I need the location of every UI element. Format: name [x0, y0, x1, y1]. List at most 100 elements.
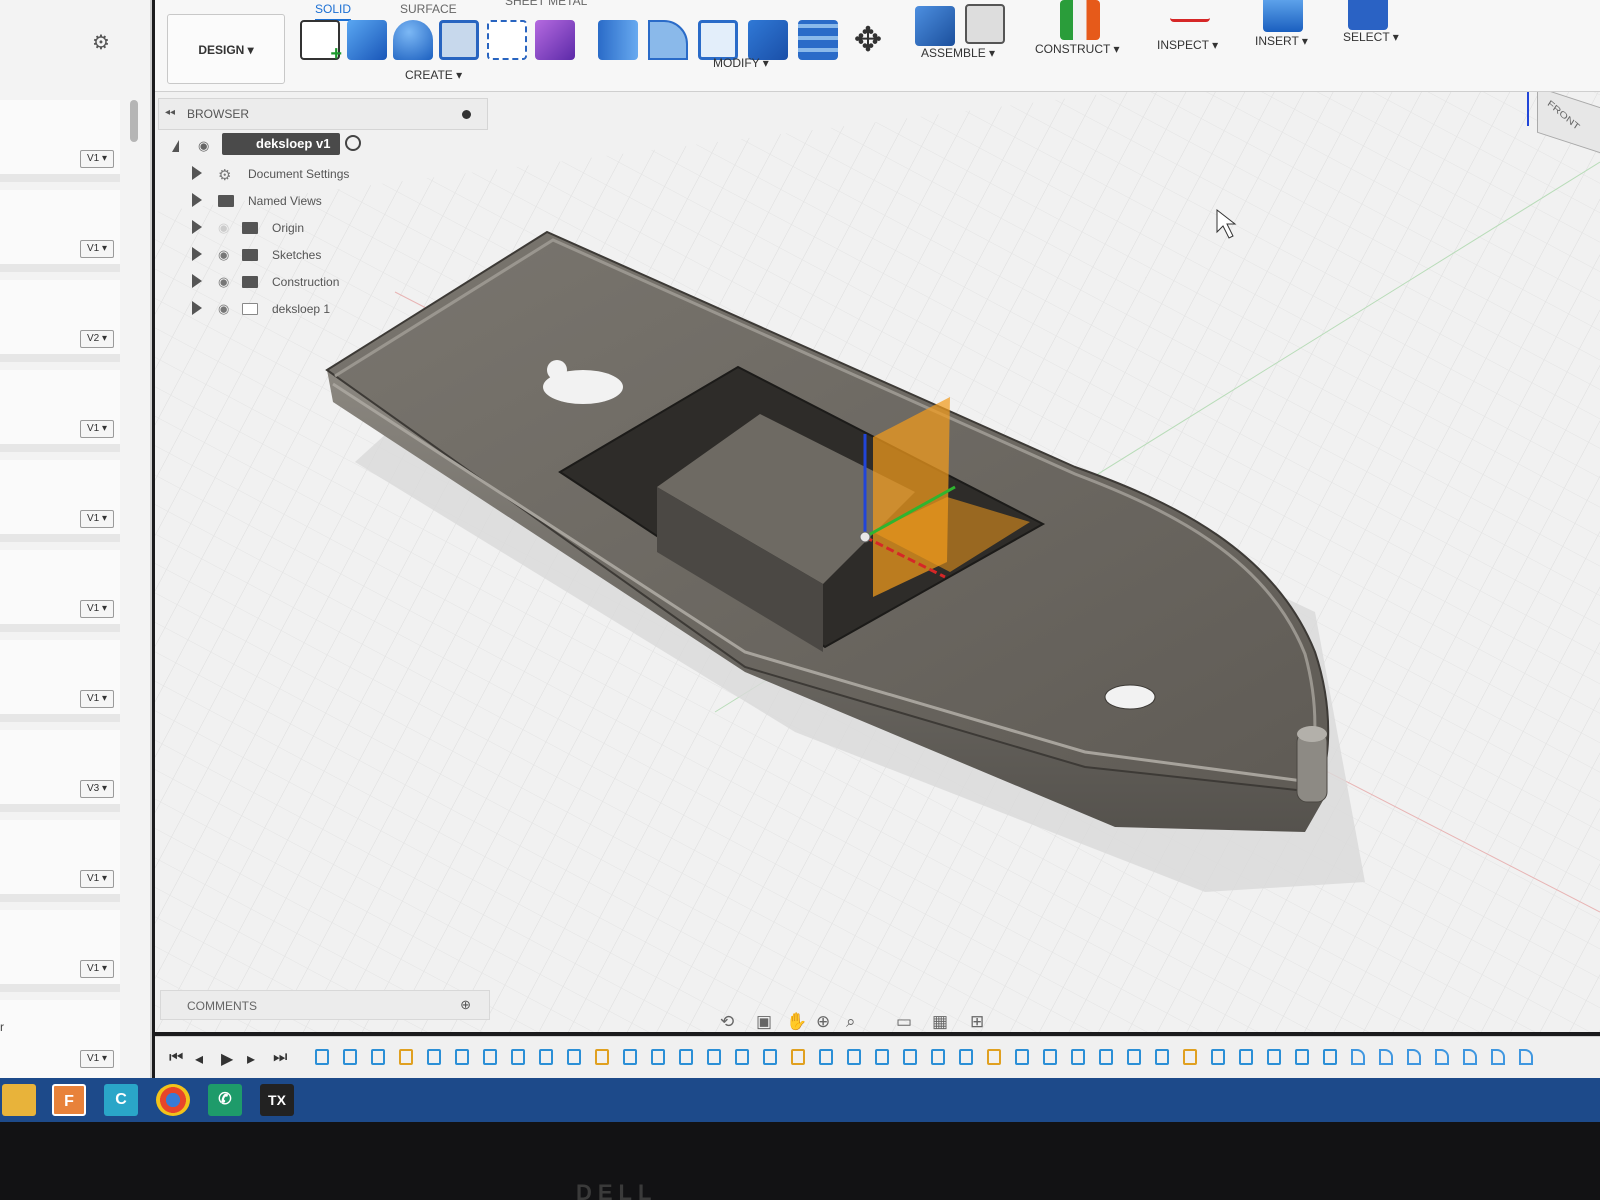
timeline-feature[interactable]	[819, 1049, 833, 1065]
timeline[interactable]: ⏮ ◂ ▶ ▸ ⏭	[155, 1036, 1600, 1080]
extrude-icon[interactable]	[347, 20, 387, 60]
shell-icon[interactable]	[698, 20, 738, 60]
timeline-feature[interactable]	[1183, 1049, 1197, 1065]
eye-icon[interactable]: ◉	[218, 274, 229, 290]
pan-hand-icon[interactable]: ✋	[786, 1012, 807, 1032]
timeline-feature[interactable]	[651, 1049, 665, 1065]
ccleaner-icon[interactable]: C	[104, 1084, 138, 1116]
combine-icon[interactable]	[748, 20, 788, 60]
timeline-feature[interactable]	[735, 1049, 749, 1065]
version-row[interactable]: V1 ▾	[0, 820, 120, 902]
move-icon[interactable]: ✥	[848, 20, 888, 60]
expand-arrow-icon[interactable]	[192, 193, 202, 207]
measure-icon[interactable]	[1170, 0, 1210, 22]
expand-arrow-icon[interactable]	[192, 274, 202, 288]
origin-point[interactable]	[859, 531, 871, 543]
display-settings-icon[interactable]: ▭	[896, 1012, 912, 1032]
joint-icon[interactable]	[965, 4, 1005, 44]
grid-settings-icon[interactable]: ▦	[932, 1012, 948, 1032]
file-explorer-icon[interactable]	[2, 1084, 36, 1116]
timeline-feature[interactable]	[623, 1049, 637, 1065]
construct-menu[interactable]: CONSTRUCT ▾	[1035, 42, 1119, 56]
root-expand-icon[interactable]	[172, 140, 179, 152]
version-badge[interactable]: V2 ▾	[80, 330, 114, 348]
version-row[interactable]: V1 ▾	[0, 100, 120, 182]
timeline-feature[interactable]	[875, 1049, 889, 1065]
timeline-feature[interactable]	[763, 1049, 777, 1065]
version-badge[interactable]: V1 ▾	[80, 420, 114, 438]
create-menu[interactable]: CREATE ▾	[405, 68, 462, 82]
timeline-feature[interactable]	[1043, 1049, 1057, 1065]
expand-arrow-icon[interactable]	[192, 220, 202, 234]
timeline-feature[interactable]	[567, 1049, 581, 1065]
inspect-menu[interactable]: INSPECT ▾	[1157, 38, 1218, 52]
timeline-feature[interactable]	[343, 1049, 357, 1065]
settings-gear-icon[interactable]: ⚙	[92, 30, 110, 55]
create-form-icon[interactable]	[535, 20, 575, 60]
version-row[interactable]: V3 ▾	[0, 730, 120, 812]
zoom-icon[interactable]: ⊕	[816, 1012, 830, 1032]
timeline-feature[interactable]	[1155, 1049, 1169, 1065]
version-badge[interactable]: V1 ▾	[80, 150, 114, 168]
3d-viewport[interactable]: Z FRONT	[155, 92, 1600, 1032]
version-badge[interactable]: V1 ▾	[80, 870, 114, 888]
timeline-feature[interactable]	[987, 1049, 1001, 1065]
timeline-feature[interactable]	[1295, 1049, 1309, 1065]
timeline-end-icon[interactable]: ⏭	[273, 1049, 287, 1067]
insert-menu[interactable]: INSERT ▾	[1255, 34, 1308, 48]
eye-icon[interactable]: ◉	[218, 301, 229, 317]
split-body-icon[interactable]	[798, 20, 838, 60]
timeline-feature[interactable]	[903, 1049, 917, 1065]
whatsapp-icon[interactable]: ✆	[208, 1084, 242, 1116]
view-cube-face[interactable]: FRONT	[1537, 92, 1600, 156]
version-row[interactable]: V1 ▾	[0, 550, 120, 632]
collapse-browser-icon[interactable]: ◂◂	[165, 107, 175, 118]
orbit-icon[interactable]: ⟲	[720, 1012, 734, 1032]
timeline-feature[interactable]	[707, 1049, 721, 1065]
eye-hidden-icon[interactable]: ◉	[218, 220, 229, 236]
timeline-feature[interactable]	[679, 1049, 693, 1065]
version-badge[interactable]: V1 ▾	[80, 960, 114, 978]
fillet-icon[interactable]	[648, 20, 688, 60]
activate-component-icon[interactable]	[345, 135, 361, 151]
timeline-feature[interactable]	[1015, 1049, 1029, 1065]
version-row[interactable]: V1 ▾	[0, 1000, 120, 1082]
panel-scrollbar[interactable]	[130, 100, 138, 142]
timeline-feature[interactable]	[1211, 1049, 1225, 1065]
timeline-feature[interactable]	[511, 1049, 525, 1065]
insert-image-icon[interactable]	[1263, 0, 1303, 32]
timeline-feature[interactable]	[931, 1049, 945, 1065]
timeline-feature[interactable]	[847, 1049, 861, 1065]
bow-bollard[interactable]	[1296, 731, 1328, 803]
version-row[interactable]: V1 ▾	[0, 460, 120, 542]
fusion-360-icon[interactable]: F	[52, 1084, 86, 1116]
version-badge[interactable]: V1 ▾	[80, 510, 114, 528]
mount-hole[interactable]	[1104, 684, 1156, 710]
hole-icon[interactable]	[439, 20, 479, 60]
viewports-icon[interactable]: ⊞	[970, 1012, 984, 1032]
version-row[interactable]: V1 ▾	[0, 370, 120, 452]
tab-sheet-metal[interactable]: SHEET METAL	[505, 0, 587, 8]
tab-solid[interactable]: SOLID	[315, 2, 352, 21]
comments-panel[interactable]: COMMENTS ⊕	[160, 990, 490, 1020]
timeline-feature[interactable]	[959, 1049, 973, 1065]
timeline-feature[interactable]	[1351, 1049, 1365, 1065]
timeline-feature[interactable]	[371, 1049, 385, 1065]
version-row[interactable]: V1 ▾	[0, 190, 120, 272]
timeline-feature[interactable]	[1519, 1049, 1533, 1065]
add-comment-icon[interactable]: ⊕	[460, 997, 471, 1013]
pattern-icon[interactable]	[487, 20, 527, 60]
timeline-feature[interactable]	[1379, 1049, 1393, 1065]
timeline-feature[interactable]	[1071, 1049, 1085, 1065]
timeline-feature[interactable]	[1099, 1049, 1113, 1065]
timeline-feature[interactable]	[1323, 1049, 1337, 1065]
tab-surface[interactable]: SURFACE	[400, 2, 457, 16]
timeline-next-icon[interactable]: ▸	[247, 1049, 255, 1069]
select-arrow-icon[interactable]	[1348, 0, 1388, 30]
expand-arrow-icon[interactable]	[192, 301, 202, 315]
timeline-feature[interactable]	[1239, 1049, 1253, 1065]
browser-pin-icon[interactable]	[462, 110, 471, 119]
new-component-icon[interactable]	[915, 6, 955, 46]
timeline-feature[interactable]	[1435, 1049, 1449, 1065]
timeline-feature[interactable]	[483, 1049, 497, 1065]
